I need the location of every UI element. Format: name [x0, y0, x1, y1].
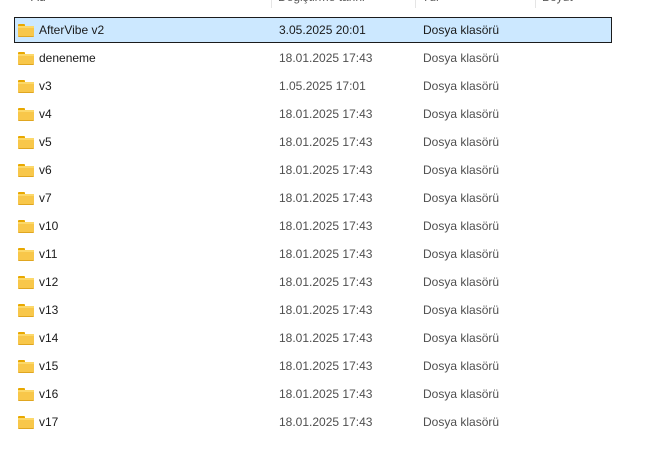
file-name-cell: v13 [18, 297, 268, 323]
modified-date: 18.01.2025 17:43 [279, 163, 373, 177]
file-name: v3 [39, 79, 52, 93]
folder-icon [18, 387, 34, 401]
file-row[interactable]: v3 1.05.2025 17:01 Dosya klasörü [14, 72, 612, 100]
file-type: Dosya klasörü [423, 387, 500, 401]
file-name-cell: v17 [18, 409, 268, 435]
file-name: v11 [39, 247, 58, 261]
file-row[interactable]: v7 18.01.2025 17:43 Dosya klasörü [14, 184, 612, 212]
file-row[interactable]: v11 18.01.2025 17:43 Dosya klasörü [14, 240, 612, 268]
folder-icon [18, 163, 34, 177]
file-type: Dosya klasörü [423, 191, 500, 205]
file-name-cell: AfterVibe v2 [18, 18, 268, 42]
file-row[interactable]: v4 18.01.2025 17:43 Dosya klasörü [14, 100, 612, 128]
file-type: Dosya klasörü [423, 331, 500, 345]
modified-date: 18.01.2025 17:43 [279, 387, 373, 401]
folder-icon [18, 219, 34, 233]
file-type: Dosya klasörü [423, 303, 500, 317]
folder-icon [18, 107, 34, 121]
folder-icon [18, 191, 34, 205]
file-name-cell: v16 [18, 381, 268, 407]
folder-icon [18, 135, 34, 149]
file-name-cell: v11 [18, 241, 268, 267]
modified-date: 18.01.2025 17:43 [279, 51, 373, 65]
modified-date: 18.01.2025 17:43 [279, 275, 373, 289]
modified-date: 18.01.2025 17:43 [279, 247, 373, 261]
file-name-cell: v14 [18, 325, 268, 351]
file-name-cell: v10 [18, 213, 268, 239]
modified-date: 1.05.2025 17:01 [279, 79, 366, 93]
folder-icon [18, 275, 34, 289]
modified-date: 18.01.2025 17:43 [279, 107, 373, 121]
file-list: AfterVibe v2 3.05.2025 20:01 Dosya klasörü… [14, 16, 612, 436]
modified-date: 3.05.2025 20:01 [279, 23, 366, 37]
folder-icon [18, 79, 34, 93]
file-type: Dosya klasörü [423, 163, 500, 177]
file-type: Dosya klasörü [423, 23, 500, 37]
file-name: v4 [39, 107, 52, 121]
file-name: v16 [39, 387, 59, 401]
folder-icon [18, 247, 34, 261]
file-name-cell: v7 [18, 185, 268, 211]
column-header-type[interactable]: Tür [416, 0, 535, 8]
file-row[interactable]: AfterVibe v2 3.05.2025 20:01 Dosya klasörü [14, 17, 612, 43]
file-name: v7 [39, 191, 52, 205]
folder-icon [18, 331, 34, 345]
file-type: Dosya klasörü [423, 219, 500, 233]
file-name: deneneme [39, 51, 96, 65]
folder-icon [18, 303, 34, 317]
file-name-cell: v6 [18, 157, 268, 183]
file-row[interactable]: v5 18.01.2025 17:43 Dosya klasörü [14, 128, 612, 156]
file-name: v13 [39, 303, 59, 317]
file-name: v10 [39, 219, 59, 233]
column-header-date[interactable]: Değiştirme tarihi [272, 0, 415, 8]
file-row[interactable]: v13 18.01.2025 17:43 Dosya klasörü [14, 296, 612, 324]
file-row[interactable]: v12 18.01.2025 17:43 Dosya klasörü [14, 268, 612, 296]
folder-icon [18, 23, 34, 37]
file-row[interactable]: v6 18.01.2025 17:43 Dosya klasörü [14, 156, 612, 184]
file-type: Dosya klasörü [423, 415, 500, 429]
file-row[interactable]: v10 18.01.2025 17:43 Dosya klasörü [14, 212, 612, 240]
file-name-cell: v4 [18, 101, 268, 127]
column-header-size[interactable]: Boyut [536, 0, 636, 8]
file-name-cell: v3 [18, 73, 268, 99]
file-name-cell: deneneme [18, 45, 268, 71]
file-name-cell: v5 [18, 129, 268, 155]
file-name-cell: v15 [18, 353, 268, 379]
file-name: v14 [39, 331, 59, 345]
file-row[interactable]: v14 18.01.2025 17:43 Dosya klasörü [14, 324, 612, 352]
file-type: Dosya klasörü [423, 107, 500, 121]
modified-date: 18.01.2025 17:43 [279, 135, 373, 149]
file-row[interactable]: v16 18.01.2025 17:43 Dosya klasörü [14, 380, 612, 408]
file-name: v12 [39, 275, 59, 289]
column-header: Ad Değiştirme tarihi Tür Boyut [0, 0, 667, 9]
file-name: v15 [39, 359, 59, 373]
folder-icon [18, 415, 34, 429]
folder-icon [18, 359, 34, 373]
folder-icon [18, 51, 34, 65]
file-row[interactable]: deneneme 18.01.2025 17:43 Dosya klasörü [14, 44, 612, 72]
modified-date: 18.01.2025 17:43 [279, 331, 373, 345]
file-name-cell: v12 [18, 269, 268, 295]
file-type: Dosya klasörü [423, 79, 500, 93]
file-name: v17 [39, 415, 59, 429]
file-type: Dosya klasörü [423, 247, 500, 261]
modified-date: 18.01.2025 17:43 [279, 191, 373, 205]
file-row[interactable]: v15 18.01.2025 17:43 Dosya klasörü [14, 352, 612, 380]
modified-date: 18.01.2025 17:43 [279, 359, 373, 373]
file-name: AfterVibe v2 [39, 23, 105, 37]
file-type: Dosya klasörü [423, 51, 500, 65]
modified-date: 18.01.2025 17:43 [279, 415, 373, 429]
file-type: Dosya klasörü [423, 135, 500, 149]
file-row[interactable]: v17 18.01.2025 17:43 Dosya klasörü [14, 408, 612, 436]
file-name: v5 [39, 135, 52, 149]
file-type: Dosya klasörü [423, 275, 500, 289]
modified-date: 18.01.2025 17:43 [279, 303, 373, 317]
modified-date: 18.01.2025 17:43 [279, 219, 373, 233]
file-name: v6 [39, 163, 52, 177]
file-type: Dosya klasörü [423, 359, 500, 373]
column-header-name[interactable]: Ad [25, 0, 271, 8]
